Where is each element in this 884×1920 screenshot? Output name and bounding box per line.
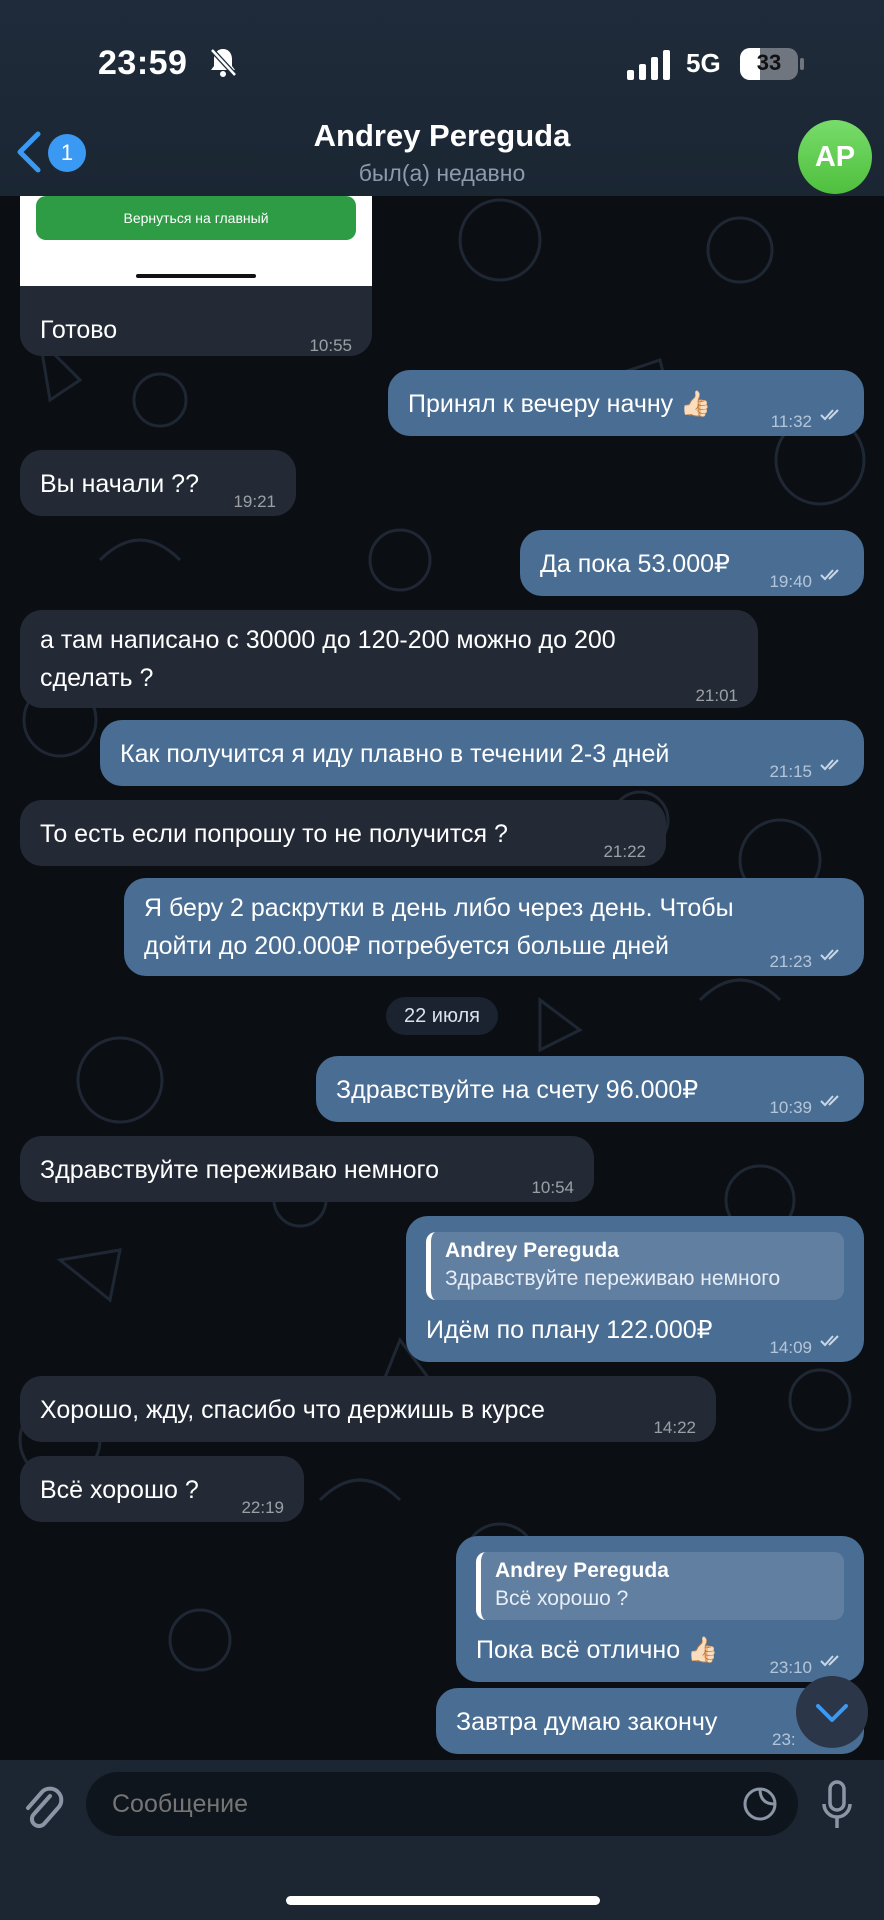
contact-name[interactable]: Andrey Pereguda xyxy=(0,118,884,154)
message-bubble-out-reply[interactable]: Andrey Pereguda Всё хорошо ? Пока всё от… xyxy=(456,1536,864,1682)
reply-author: Andrey Pereguda xyxy=(495,1559,669,1582)
message-text: Всё хорошо ? xyxy=(40,1476,199,1504)
message-text-line-2: дойти до 200.000₽ потребуется больше дне… xyxy=(144,932,670,960)
message-text: Хорошо, жду, спасибо что держишь в курсе xyxy=(40,1396,545,1424)
scroll-down-button[interactable] xyxy=(796,1676,868,1748)
battery-indicator: 33 xyxy=(740,48,798,80)
date-separator: 22 июля xyxy=(386,997,498,1035)
message-time: 14:22 xyxy=(653,1418,696,1437)
message-text: Вы начали ?? xyxy=(40,470,199,498)
message-text-line-1: Я беру 2 раскрутки в день либо через ден… xyxy=(144,894,734,922)
message-input[interactable] xyxy=(86,1772,798,1836)
message-text-line-1: а там написано с 30000 до 120-200 можно … xyxy=(40,626,616,654)
message-bubble-in[interactable]: Вы начали ?? 19:21 xyxy=(20,450,296,516)
message-text: Здравствуйте переживаю немного xyxy=(40,1156,439,1184)
message-time: 10:55 xyxy=(309,336,352,355)
message-text-line-2: сделать ? xyxy=(40,664,154,692)
home-indicator xyxy=(286,1896,600,1905)
battery-level: 33 xyxy=(756,50,782,75)
status-time: 23:59 xyxy=(98,44,188,82)
message-time: 22:19 xyxy=(241,1498,284,1517)
double-check-icon xyxy=(820,409,839,421)
message-text: Здравствуйте на счету 96.000₽ xyxy=(336,1076,699,1104)
reply-quote[interactable]: Andrey Pereguda Всё хорошо ? xyxy=(476,1552,844,1620)
message-bubble-in[interactable]: То есть если попрошу то не получится ? 2… xyxy=(20,800,666,866)
message-bubble-out[interactable]: Как получится я иду плавно в течении 2-3… xyxy=(100,720,864,786)
preview-home-indicator xyxy=(136,274,256,278)
double-check-icon xyxy=(820,1655,839,1667)
message-bubble-out[interactable]: Здравствуйте на счету 96.000₽ 10:39 xyxy=(316,1056,864,1122)
preview-button: Вернуться на главный xyxy=(36,196,356,240)
signal-icon xyxy=(627,50,670,80)
mic-icon[interactable] xyxy=(822,1780,852,1832)
last-seen-status: был(а) недавно xyxy=(358,160,526,186)
message-time: 19:40 xyxy=(769,572,812,591)
message-text: Завтра думаю закончу xyxy=(456,1708,718,1736)
top-bar: 23:59 5G 33 1 Andrey Pereguda был(а) нед… xyxy=(0,0,884,196)
double-check-icon xyxy=(820,1335,839,1347)
message-time: 10:54 xyxy=(531,1178,574,1197)
double-check-icon xyxy=(820,1095,839,1107)
message-bubble-in[interactable]: Вернуться на главный Готово 10:55 xyxy=(20,190,372,356)
battery-cap xyxy=(800,58,804,70)
bell-slash-icon xyxy=(210,48,237,77)
message-text: Пока всё отлично 👍🏻 xyxy=(476,1636,719,1664)
message-text: Готово xyxy=(40,316,118,344)
message-bubble-in[interactable]: Здравствуйте переживаю немного 10:54 xyxy=(20,1136,594,1202)
message-time: 21:15 xyxy=(769,762,812,781)
reply-author: Andrey Pereguda xyxy=(445,1239,619,1262)
message-text: Как получится я иду плавно в течении 2-3… xyxy=(120,740,670,768)
message-time: 10:39 xyxy=(769,1098,812,1117)
attach-icon[interactable] xyxy=(20,1782,64,1832)
double-check-icon xyxy=(820,569,839,581)
message-bubble-out[interactable]: Принял к вечеру начну 👍🏻 11:32 xyxy=(388,370,864,436)
message-time: 21:01 xyxy=(695,686,738,705)
screenshot-preview[interactable]: Вернуться на главный xyxy=(20,190,372,286)
message-bubble-in[interactable]: Хорошо, жду, спасибо что держишь в курсе… xyxy=(20,1376,716,1442)
reply-text: Здравствуйте переживаю немного xyxy=(445,1267,781,1290)
message-time: 19:21 xyxy=(233,492,276,511)
message-bubble-in[interactable]: а там написано с 30000 до 120-200 можно … xyxy=(20,610,758,708)
message-text: Идём по плану 122.000₽ xyxy=(426,1316,713,1344)
message-bubble-in[interactable]: Всё хорошо ? 22:19 xyxy=(20,1456,304,1522)
reply-text: Всё хорошо ? xyxy=(495,1587,629,1610)
message-bubble-out[interactable]: Я беру 2 раскрутки в день либо через ден… xyxy=(124,878,864,976)
message-text: Принял к вечеру начну 👍🏻 xyxy=(408,390,712,418)
message-time: 14:09 xyxy=(769,1338,812,1357)
message-text: То есть если попрошу то не получится ? xyxy=(40,820,508,848)
message-time: 21:22 xyxy=(603,842,646,861)
message-time: 11:32 xyxy=(770,412,812,431)
sticker-icon[interactable] xyxy=(742,1786,778,1822)
double-check-icon xyxy=(820,949,839,961)
scroll-down-icon xyxy=(816,1704,848,1722)
network-type: 5G xyxy=(686,48,721,78)
avatar[interactable]: AP xyxy=(798,120,872,194)
message-text: Да пока 53.000₽ xyxy=(540,550,730,578)
message-time: 21:23 xyxy=(769,952,812,971)
double-check-icon xyxy=(820,759,839,771)
message-bubble-out-reply[interactable]: Andrey Pereguda Здравствуйте переживаю н… xyxy=(406,1216,864,1362)
message-time: 23: xyxy=(772,1730,796,1749)
message-bubble-out[interactable]: Да пока 53.000₽ 19:40 xyxy=(520,530,864,596)
reply-quote[interactable]: Andrey Pereguda Здравствуйте переживаю н… xyxy=(426,1232,844,1300)
